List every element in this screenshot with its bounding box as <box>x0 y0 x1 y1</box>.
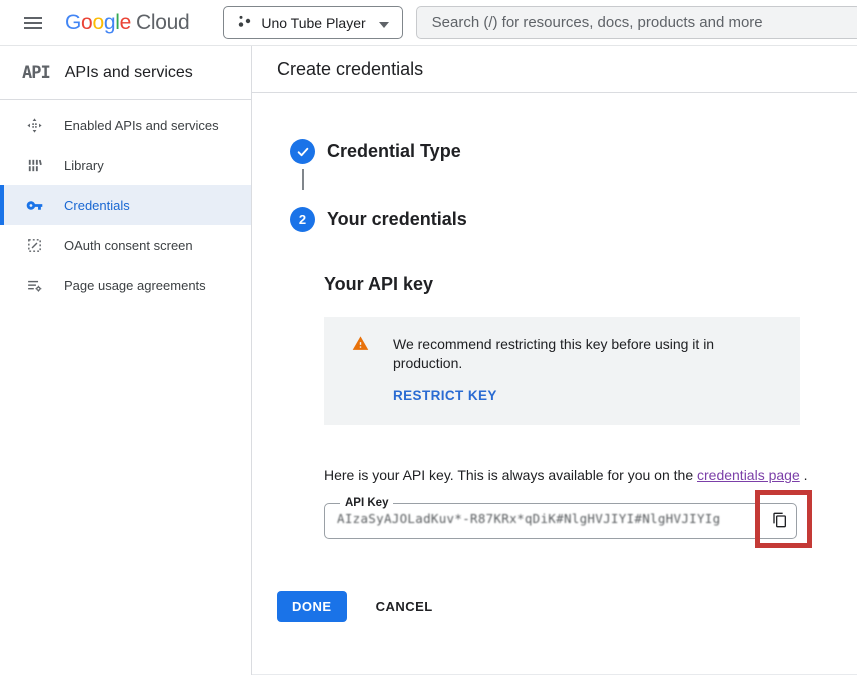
key-info-before: Here is your API key. This is always ava… <box>324 467 697 483</box>
section-heading: Your API key <box>324 274 857 295</box>
menu-icon[interactable] <box>24 17 44 29</box>
warning-text: We recommend restricting this key before… <box>393 335 780 373</box>
sidebar: API APIs and services Enabled APIs and s… <box>0 46 252 675</box>
your-api-key-section: Your API key We recommend restricting th… <box>324 274 857 622</box>
step-2-circle: 2 <box>290 207 315 232</box>
sidebar-item-label: Credentials <box>64 198 130 213</box>
main-header: Create credentials <box>252 46 857 93</box>
apps-arrows-icon <box>25 116 43 134</box>
api-key-value: AIzaSyAJOLadKuv*-R87KRx*qDiK#NlgHVJIYI#N… <box>337 511 750 526</box>
console-frame: API APIs and services Enabled APIs and s… <box>0 46 857 675</box>
key-icon <box>25 196 43 214</box>
done-button[interactable]: DONE <box>277 591 347 622</box>
api-key-field-row: API Key AIzaSyAJOLadKuv*-R87KRx*qDiK#Nlg… <box>324 497 797 541</box>
dialog-actions: DONE CANCEL <box>277 591 857 622</box>
sidebar-item-page-usage[interactable]: Page usage agreements <box>0 265 251 305</box>
search-input[interactable] <box>416 6 857 39</box>
api-key-field-label: API Key <box>340 497 393 509</box>
step-your-credentials: 2 Your credentials <box>290 207 857 232</box>
sidebar-item-oauth-consent[interactable]: OAuth consent screen <box>0 225 251 265</box>
sidebar-item-enabled-apis[interactable]: Enabled APIs and services <box>0 105 251 145</box>
create-credentials-content: Credential Type 2 Your credentials Your … <box>252 93 857 622</box>
chevron-down-icon <box>379 15 389 31</box>
sidebar-title: APIs and services <box>65 64 193 82</box>
google-logo-text: Google <box>65 11 131 35</box>
sidebar-item-label: Library <box>64 158 104 173</box>
cloud-logo-text: Cloud <box>136 11 189 35</box>
project-selector[interactable]: Uno Tube Player <box>223 6 402 39</box>
main-panel: Create credentials Credential Type 2 You… <box>252 46 857 675</box>
sidebar-item-label: Page usage agreements <box>64 278 206 293</box>
sidebar-item-label: Enabled APIs and services <box>64 118 219 133</box>
copy-icon <box>772 512 788 531</box>
sidebar-item-credentials[interactable]: Credentials <box>0 185 251 225</box>
sidebar-item-label: OAuth consent screen <box>64 238 193 253</box>
cancel-button[interactable]: CANCEL <box>374 591 435 622</box>
sidebar-header: API APIs and services <box>0 46 251 100</box>
google-cloud-console: Google Cloud Uno Tube Player API APIs an… <box>0 0 857 675</box>
apis-services-icon: API <box>22 63 50 83</box>
google-cloud-logo[interactable]: Google Cloud <box>65 11 189 35</box>
key-info-text: Here is your API key. This is always ava… <box>324 467 857 483</box>
library-icon <box>25 156 43 174</box>
consent-icon <box>25 236 43 254</box>
agreements-icon <box>25 276 43 294</box>
credentials-page-link[interactable]: credentials page <box>697 467 800 483</box>
restrict-key-button[interactable]: RESTRICT KEY <box>393 388 497 403</box>
warning-body: We recommend restricting this key before… <box>393 335 780 405</box>
api-key-field[interactable]: API Key AIzaSyAJOLadKuv*-R87KRx*qDiK#Nlg… <box>324 497 797 539</box>
top-bar: Google Cloud Uno Tube Player <box>0 0 857 46</box>
restrict-key-warning: We recommend restricting this key before… <box>324 317 800 425</box>
step-connector-line <box>302 169 304 190</box>
copy-button[interactable] <box>765 506 795 536</box>
check-circle-icon <box>290 139 315 164</box>
page-title: Create credentials <box>277 59 423 80</box>
project-name: Uno Tube Player <box>261 15 365 31</box>
step-label: Your credentials <box>327 209 467 230</box>
step-credential-type: Credential Type <box>290 139 857 164</box>
warning-icon <box>352 335 369 405</box>
key-info-after: . <box>800 467 808 483</box>
project-icon <box>237 14 252 32</box>
sidebar-item-library[interactable]: Library <box>0 145 251 185</box>
sidebar-nav: Enabled APIs and services Library <box>0 100 251 305</box>
step-label: Credential Type <box>327 141 461 162</box>
